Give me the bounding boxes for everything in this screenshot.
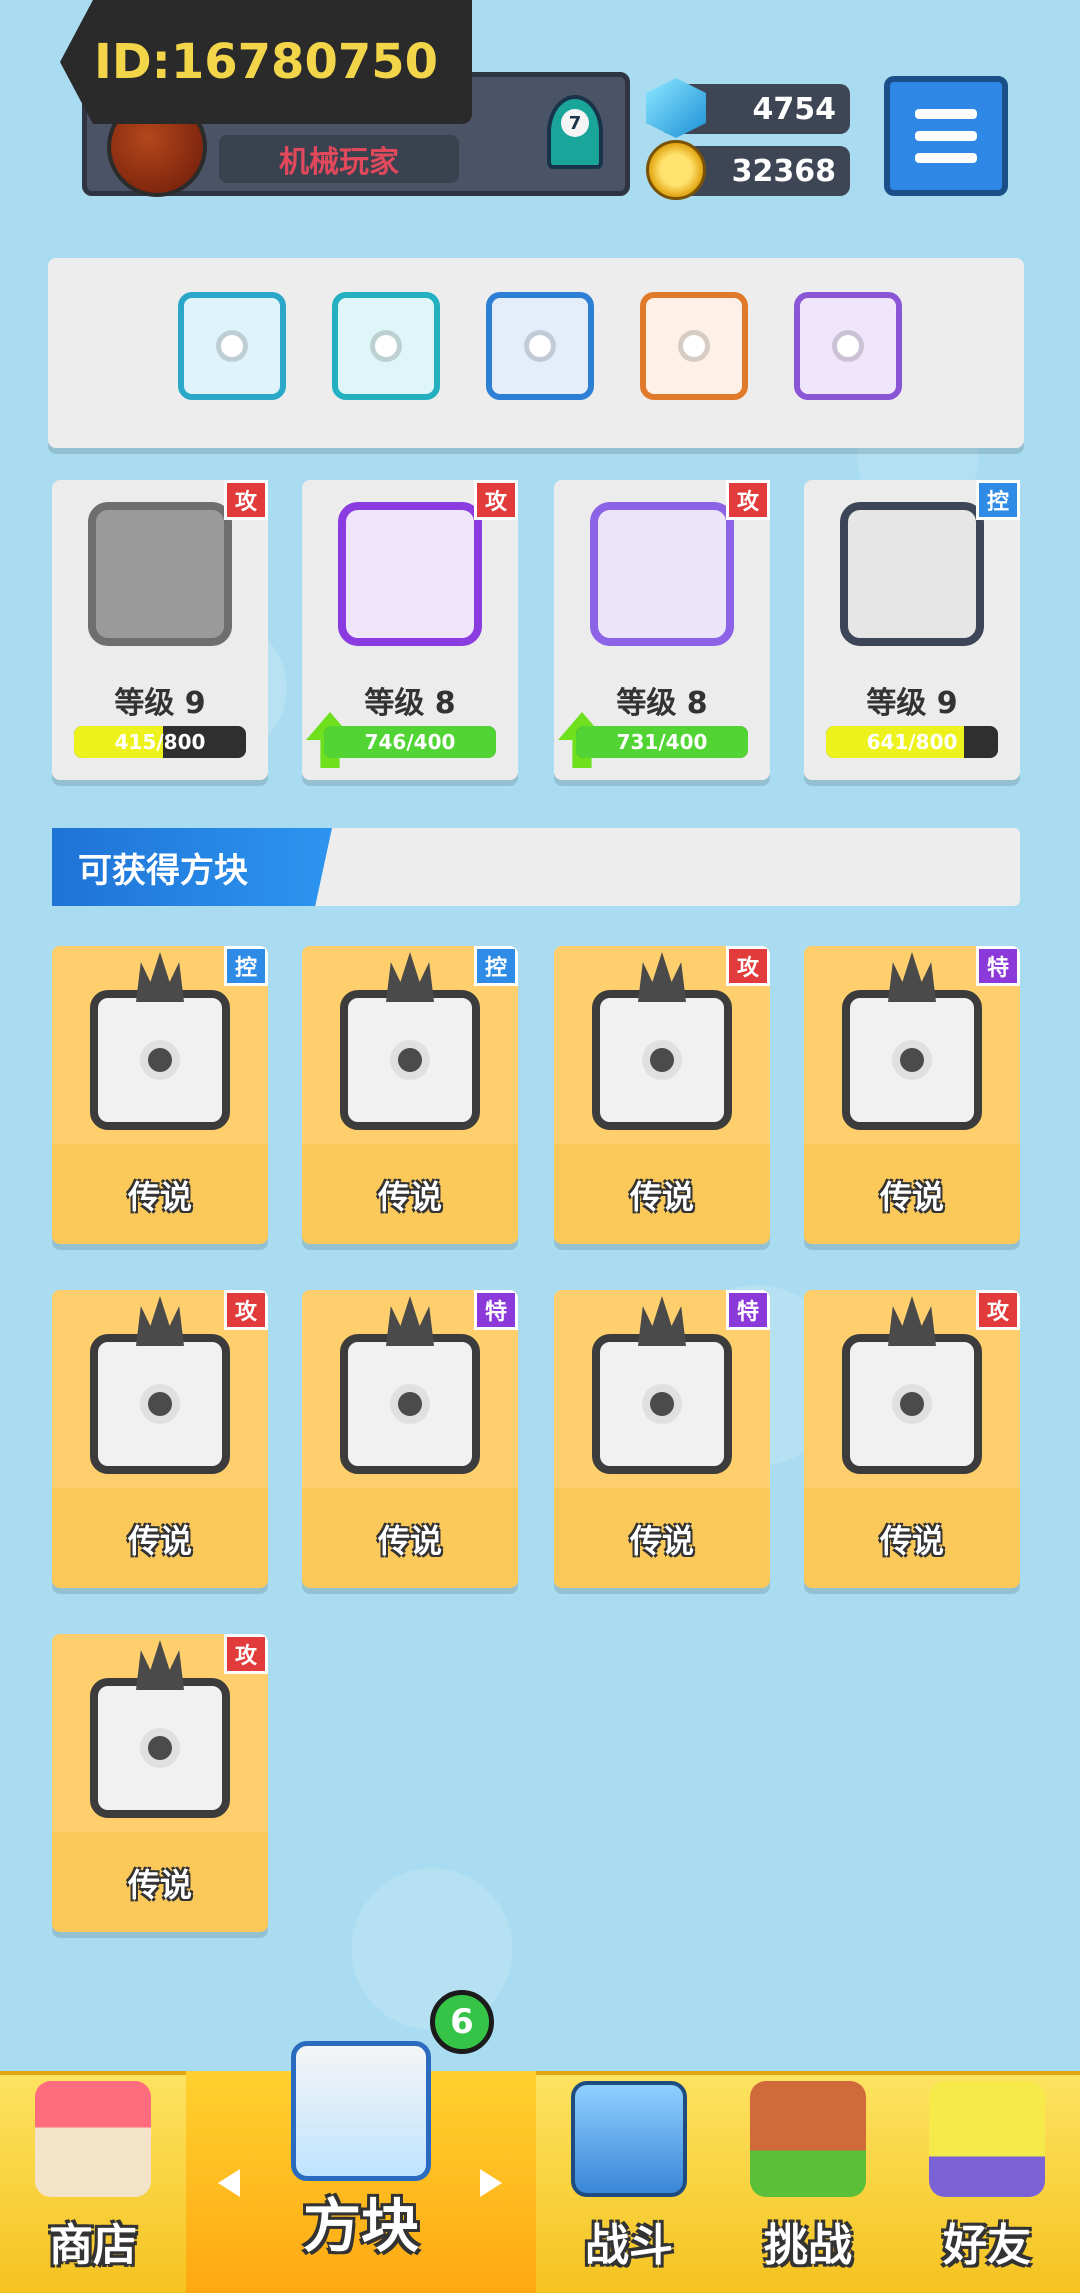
deck-slot-vortex-icon[interactable] [178,292,286,400]
control-tag: 控 [976,480,1020,520]
deck-panel [48,258,1024,448]
legendary-card[interactable]: 攻 传说 [554,946,770,1244]
control-tag: 控 [224,946,268,986]
nav-friends-label: 好友 [943,2220,1031,2271]
gold-amount: 32368 [731,153,836,189]
nav-challenge-label: 挑战 [764,2220,852,2271]
attack-tag: 攻 [224,1290,268,1330]
path-dice-icon [338,502,482,646]
deck-slot-snow-icon[interactable] [486,292,594,400]
deck-slot-tech-icon[interactable] [332,292,440,400]
special-tag: 特 [976,946,1020,986]
rank-badge-icon[interactable]: 7 [547,95,603,169]
lock-dice-icon [840,502,984,646]
special-tag: 特 [474,1290,518,1330]
menu-button[interactable] [884,76,1008,196]
gem-amount: 4754 [752,91,837,127]
menu-icon [915,109,977,119]
dice-card-4[interactable]: 控 等级 9 641/800 [804,480,1020,780]
rarity-label: 传说 [127,1178,192,1216]
attack-tag: 攻 [976,1290,1020,1330]
dice-level: 等级 8 [616,686,708,721]
rarity-label: 传说 [127,1522,192,1560]
legendary-card[interactable]: 攻 传说 [52,1290,268,1588]
rarity-label: 传说 [879,1522,944,1560]
legendary-dice-icon [90,1334,230,1474]
legendary-card[interactable]: 攻 传说 [52,1634,268,1932]
xp-text: 415/800 [114,730,206,754]
legendary-dice-icon [90,1678,230,1818]
nav-battle[interactable]: 战斗 [536,2071,722,2293]
legendary-dice-icon [592,990,732,1130]
legendary-dice-icon [842,1334,982,1474]
legendary-card[interactable]: 攻 传说 [804,1290,1020,1588]
attack-tag: 攻 [224,1634,268,1674]
coin-icon [646,140,706,200]
dice-card-3[interactable]: 攻 等级 8 731/400 [554,480,770,780]
attack-tag: 攻 [224,480,268,520]
dice-card-1[interactable]: 攻 等级 9 415/800 [52,480,268,780]
rarity-label: 传说 [629,1522,694,1560]
dice-level: 等级 9 [114,686,206,721]
castle-icon [750,2081,866,2197]
nav-shop-label: 商店 [49,2220,137,2271]
legendary-dice-icon [592,1334,732,1474]
special-tag: 特 [726,1290,770,1330]
chevron-right-icon[interactable] [480,2169,502,2197]
xp-bar: 731/400 [576,726,748,758]
dice-level: 等级 9 [866,686,958,721]
attack-tag: 攻 [726,480,770,520]
xp-bar: 415/800 [74,726,246,758]
rarity-label: 传说 [629,1178,694,1216]
available-dice-header: 可获得方块 [52,828,1020,906]
legendary-dice-icon [340,1334,480,1474]
nav-challenge[interactable]: 挑战 [722,2071,894,2293]
nav-battle-label: 战斗 [585,2220,673,2271]
dice-level: 等级 8 [364,686,456,721]
legendary-dice-icon [90,990,230,1130]
attack-tag: 攻 [474,480,518,520]
xp-text: 641/800 [866,730,958,754]
nav-shop[interactable]: 商店 [0,2071,186,2293]
shield-sword-icon [571,2081,687,2197]
deck-slot-purple-icon[interactable] [794,292,902,400]
legendary-card[interactable]: 控 传说 [302,946,518,1244]
dice-card-2[interactable]: 攻 等级 8 746/400 [302,480,518,780]
legendary-card[interactable]: 控 传说 [52,946,268,1244]
legendary-card[interactable]: 特 传说 [554,1290,770,1588]
legendary-card[interactable]: 特 传说 [804,946,1020,1244]
rarity-label: 传说 [879,1178,944,1216]
nickname: 机械玩家 [219,135,459,183]
xp-bar: 641/800 [826,726,998,758]
gem-counter[interactable]: 4754 [646,78,850,138]
rarity-label: 传说 [377,1178,442,1216]
mystery-dice-icon [590,502,734,646]
legendary-dice-icon [842,990,982,1130]
rank-number: 7 [561,109,589,137]
section-title: 可获得方块 [52,828,332,906]
player-id-text: ID:16780750 [93,34,439,90]
legendary-dice-icon [340,990,480,1130]
chevron-left-icon[interactable] [218,2169,240,2197]
gold-counter[interactable]: 32368 [646,140,850,200]
control-tag: 控 [474,946,518,986]
notification-badge: 6 [430,1990,494,2054]
rarity-label: 传说 [377,1522,442,1560]
rarity-label: 传说 [127,1866,192,1904]
dice-box-icon [291,2041,431,2181]
bottom-nav: 商店 方块 战斗 挑战 好友 [0,2041,1080,2293]
deck-slot-infinity-icon[interactable] [640,292,748,400]
player-id-tag: ID:16780750 [60,0,472,124]
xp-bar: 746/400 [324,726,496,758]
legendary-card[interactable]: 特 传说 [302,1290,518,1588]
xp-text: 746/400 [364,730,456,754]
gear-dice-icon [88,502,232,646]
attack-tag: 攻 [726,946,770,986]
friend-avatar-icon [929,2081,1045,2197]
nav-friends[interactable]: 好友 [894,2071,1080,2293]
xp-text: 731/400 [616,730,708,754]
shop-icon [35,2081,151,2197]
